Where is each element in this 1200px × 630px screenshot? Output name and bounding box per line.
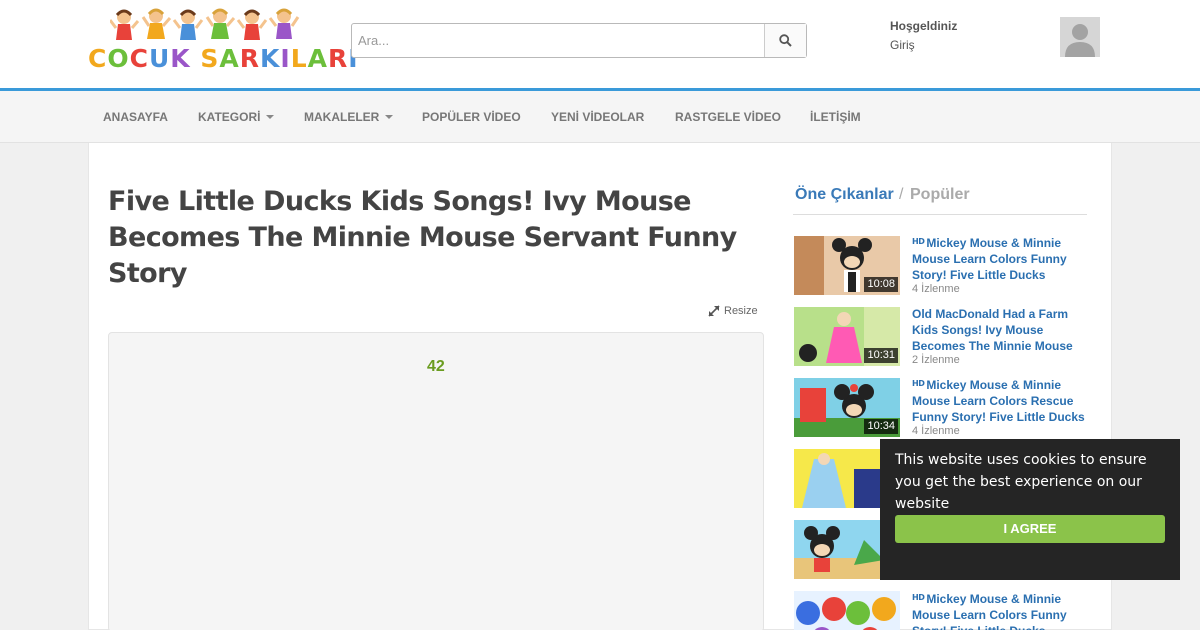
- tab-popular[interactable]: Popüler: [910, 186, 970, 204]
- video-title: Mickey Mouse & Minnie Mouse Learn Colors…: [912, 378, 1085, 424]
- expand-icon: [708, 305, 720, 317]
- nav-item-contact[interactable]: İLETİŞİM: [810, 91, 861, 143]
- agree-button[interactable]: I AGREE: [895, 515, 1165, 543]
- nav-item-label: KATEGORİ: [198, 110, 261, 124]
- user-icon: [1060, 17, 1100, 57]
- tab-divider: [793, 214, 1087, 215]
- video-title-link[interactable]: HD Mickey Mouse & Minnie Mouse Learn Colo…: [912, 234, 1088, 283]
- video-player[interactable]: [108, 332, 764, 630]
- nav-item-home[interactable]: ANASAYFA: [103, 91, 168, 143]
- video-thumbnail[interactable]: [794, 591, 900, 630]
- video-views: 4 İzlenme: [912, 283, 960, 295]
- avatar[interactable]: [1060, 17, 1100, 57]
- tab-featured[interactable]: Öne Çıkanlar: [795, 186, 894, 204]
- video-views: 4 İzlenme: [912, 425, 960, 437]
- video-duration: 10:08: [864, 277, 898, 292]
- nav-item-category[interactable]: KATEGORİ: [198, 91, 275, 143]
- video-title: Mickey Mouse & Minnie Mouse Learn Colors…: [912, 592, 1067, 630]
- video-duration: 10:34: [864, 419, 898, 434]
- video-title-link[interactable]: HD Mickey Mouse & Minnie Mouse Learn Colo…: [912, 590, 1088, 630]
- search-button[interactable]: [764, 24, 806, 57]
- video-views: 2 İzlenme: [912, 354, 960, 366]
- cartoon-thumbnail-icon: [794, 591, 900, 630]
- kids-illustration-icon: [110, 8, 300, 40]
- hd-badge-icon: HD: [912, 237, 925, 246]
- site-header: COCUK SARKILARI Hoşgeldiniz Giriş: [0, 0, 1200, 88]
- nav-item-label: MAKALELER: [304, 110, 380, 124]
- video-title-link[interactable]: Old MacDonald Had a Farm Kids Songs! Ivy…: [912, 306, 1088, 354]
- caret-down-icon: [385, 115, 394, 119]
- welcome-text: Hoşgeldiniz: [890, 19, 958, 33]
- player-counter: 42: [427, 358, 445, 375]
- nav-item-label: YENİ VİDEOLAR: [551, 110, 645, 124]
- video-thumbnail[interactable]: 10:34: [794, 378, 900, 437]
- resize-button[interactable]: Resize: [708, 305, 758, 317]
- nav-item-articles[interactable]: MAKALELER: [304, 91, 394, 143]
- hd-badge-icon: HD: [912, 379, 925, 388]
- tab-separator: /: [899, 186, 904, 203]
- cookie-banner: This website uses cookies to ensure you …: [880, 439, 1180, 580]
- video-duration: 10:31: [864, 348, 898, 363]
- cookie-message: This website uses cookies to ensure you …: [895, 452, 1147, 512]
- video-thumbnail[interactable]: 10:08: [794, 236, 900, 295]
- caret-down-icon: [266, 115, 275, 119]
- nav-item-popular-video[interactable]: POPÜLER VİDEO: [422, 91, 521, 143]
- main-nav: ANASAYFA KATEGORİ MAKALELER POPÜLER VİDE…: [0, 91, 1200, 143]
- nav-item-random-video[interactable]: RASTGELE VİDEO: [675, 91, 781, 143]
- nav-item-label: POPÜLER VİDEO: [422, 110, 521, 124]
- video-title: Old MacDonald Had a Farm Kids Songs! Ivy…: [912, 307, 1073, 353]
- brand-name: COCUK SARKILARI: [88, 44, 359, 73]
- search-icon: [779, 34, 792, 47]
- video-title: Mickey Mouse & Minnie Mouse Learn Colors…: [912, 236, 1067, 282]
- search-input[interactable]: [352, 24, 764, 57]
- login-link[interactable]: Giriş: [890, 38, 915, 52]
- site-logo[interactable]: COCUK SARKILARI: [88, 8, 358, 73]
- nav-item-label: İLETİŞİM: [810, 110, 861, 124]
- nav-item-label: RASTGELE VİDEO: [675, 110, 782, 124]
- resize-label: Resize: [724, 305, 758, 317]
- search-box: [351, 23, 807, 58]
- video-thumbnail[interactable]: 10:31: [794, 307, 900, 366]
- nav-item-label: ANASAYFA: [103, 110, 168, 124]
- nav-item-new-videos[interactable]: YENİ VİDEOLAR: [551, 91, 644, 143]
- page-title: Five Little Ducks Kids Songs! Ivy Mouse …: [108, 186, 737, 289]
- video-title-link[interactable]: HD Mickey Mouse & Minnie Mouse Learn Colo…: [912, 376, 1088, 425]
- hd-badge-icon: HD: [912, 593, 925, 602]
